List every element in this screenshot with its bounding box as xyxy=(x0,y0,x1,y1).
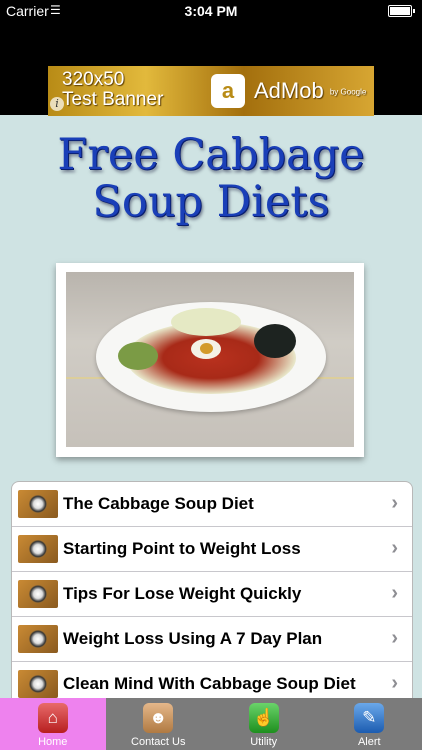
admob-brand: AdMob by Google xyxy=(254,78,366,104)
menu-item-label: Tips For Lose Weight Quickly xyxy=(63,584,302,603)
photo-seaweed xyxy=(254,324,296,358)
menu-thumb-icon xyxy=(18,625,58,653)
menu-item-label: Clean Mind With Cabbage Soup Diet xyxy=(63,674,356,693)
tab-utility[interactable]: ☝ Utility xyxy=(211,698,317,750)
tab-label: Alert xyxy=(357,736,381,748)
menu-list: The Cabbage Soup Diet › Starting Point t… xyxy=(11,481,413,703)
menu-thumb-icon xyxy=(18,670,58,698)
tab-label: Contact Us xyxy=(131,736,186,748)
ad-text: 320x50 Test Banner xyxy=(62,70,163,110)
chevron-right-icon: › xyxy=(391,672,398,694)
contact-icon: ☻ xyxy=(143,703,174,733)
utility-icon: ☝ xyxy=(248,703,279,733)
menu-item-label: Starting Point to Weight Loss xyxy=(63,539,301,558)
menu-item-clean-mind[interactable]: Clean Mind With Cabbage Soup Diet › xyxy=(12,662,412,702)
menu-item-starting-point[interactable]: Starting Point to Weight Loss › xyxy=(12,527,412,572)
photo-cucumber xyxy=(118,342,158,370)
chevron-right-icon: › xyxy=(391,582,398,604)
soup-photo-frame xyxy=(56,263,364,457)
tab-label: Home xyxy=(38,736,68,748)
status-time: 3:04 PM xyxy=(184,3,238,19)
ad-line-1: 320x50 xyxy=(62,69,125,90)
soup-photo xyxy=(66,272,354,447)
admob-brand-name: AdMob xyxy=(254,78,324,103)
menu-item-cabbage-soup-diet[interactable]: The Cabbage Soup Diet › xyxy=(12,482,412,527)
chevron-right-icon: › xyxy=(391,627,398,649)
ad-banner[interactable]: 320x50 Test Banner i a AdMob by Google xyxy=(48,66,374,116)
chevron-right-icon: › xyxy=(391,537,398,559)
photo-cabbage xyxy=(171,308,241,336)
photo-yolk xyxy=(200,343,213,354)
alert-icon: ✎ xyxy=(354,703,385,733)
tab-label: Utility xyxy=(250,736,278,748)
menu-item-tips[interactable]: Tips For Lose Weight Quickly › xyxy=(12,572,412,617)
menu-item-label: The Cabbage Soup Diet xyxy=(63,494,254,513)
app-title-text: Free Cabbage Soup Diets xyxy=(57,130,365,227)
admob-by-google: by Google xyxy=(329,87,367,97)
battery-icon xyxy=(388,5,415,17)
admob-logo-icon: a xyxy=(211,74,245,108)
home-icon: ⌂ xyxy=(37,703,68,733)
ad-line-2: Test Banner xyxy=(62,89,164,110)
chevron-right-icon: › xyxy=(391,492,398,514)
app-title: Free Cabbage Soup Diets xyxy=(0,132,422,226)
menu-thumb-icon xyxy=(18,580,58,608)
tab-alert[interactable]: ✎ Alert xyxy=(317,698,422,750)
menu-item-7-day-plan[interactable]: Weight Loss Using A 7 Day Plan › xyxy=(12,617,412,662)
tab-home[interactable]: ⌂ Home xyxy=(0,698,106,750)
menu-thumb-icon xyxy=(18,535,58,563)
tab-contact-us[interactable]: ☻ Contact Us xyxy=(106,698,212,750)
info-icon[interactable]: i xyxy=(50,97,64,111)
status-bar: Carrier ☰ 3:04 PM xyxy=(0,0,422,22)
menu-thumb-icon xyxy=(18,490,58,518)
menu-item-label: Weight Loss Using A 7 Day Plan xyxy=(63,629,323,648)
tab-bar: ⌂ Home ☻ Contact Us ☝ Utility ✎ Alert xyxy=(0,698,422,750)
